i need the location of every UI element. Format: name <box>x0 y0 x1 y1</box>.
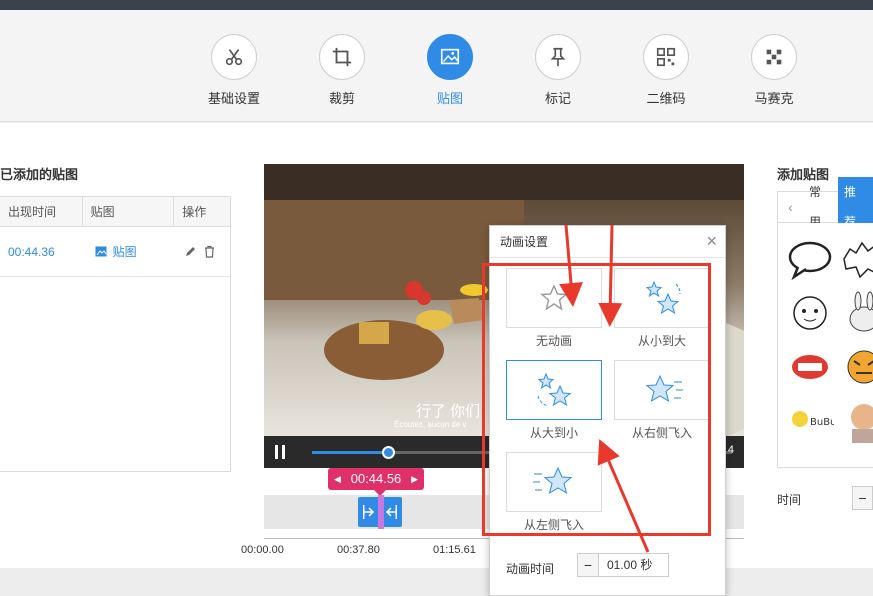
anim-option-shrink[interactable]: 从大到小 <box>506 360 602 441</box>
minus-button[interactable]: − <box>852 486 873 510</box>
star-fly-left-icon <box>533 466 573 495</box>
tiger-sticker[interactable] <box>840 343 873 391</box>
close-icon[interactable]: × <box>706 231 717 252</box>
anim-preview <box>506 360 602 420</box>
duration-stepper: − 01.00 秒 <box>577 553 669 577</box>
table-row[interactable]: 00:44.36 贴图 <box>0 227 230 277</box>
video-subtitle: 行了 你们 <box>416 403 481 420</box>
anim-preview <box>614 268 710 328</box>
anim-option-grow[interactable]: 从小到大 <box>614 268 710 349</box>
image-icon <box>427 34 473 80</box>
playhead-marker[interactable] <box>378 495 384 529</box>
anim-option-fly-left[interactable]: 从左侧飞入 <box>506 452 602 533</box>
sticker-grid: BuBu <box>777 223 873 468</box>
sticker-time-label: 时间 <box>777 493 802 507</box>
chevron-left-icon[interactable]: ‹ <box>778 199 803 215</box>
tool-toolbar: 基础设置 裁剪 贴图 标记 二维码 马赛克 <box>0 10 873 122</box>
tool-basic-settings[interactable]: 基础设置 <box>194 34 274 107</box>
sticker-link[interactable]: 贴图 <box>83 243 175 260</box>
anim-option-fly-right[interactable]: 从右侧飞入 <box>614 360 710 441</box>
tool-qrcode[interactable]: 二维码 <box>626 34 706 107</box>
pin-icon <box>535 34 581 80</box>
image-icon <box>95 246 107 257</box>
column-header-time: 出现时间 <box>0 197 83 226</box>
anim-preview <box>614 360 710 420</box>
current-time: 00:44.56 <box>350 471 402 486</box>
video-subtitle-translation: Écoutez, aucun de v <box>394 420 467 429</box>
editor-main: 已添加的贴图 出现时间 贴图 操作 00:44.36 贴图 行了 你们 Écou… <box>0 123 873 568</box>
mosaic-icon <box>751 34 797 80</box>
tick-label: 00:00.00 <box>241 544 284 556</box>
trash-icon[interactable] <box>203 245 216 258</box>
anim-preview <box>506 268 602 328</box>
tick-label: 00:37.80 <box>337 544 380 556</box>
column-header-sticker: 贴图 <box>83 197 175 226</box>
duration-label: 动画时间 <box>506 562 555 576</box>
row-actions <box>174 245 230 258</box>
sticker-name: 贴图 <box>112 245 137 259</box>
shout-bubble-sticker[interactable] <box>840 235 873 283</box>
speech-bubble-sticker[interactable] <box>786 235 834 283</box>
anim-option-label: 从左侧飞入 <box>523 518 584 532</box>
chevron-left-icon[interactable]: ◀ <box>334 468 341 490</box>
tool-label: 基础设置 <box>207 91 260 106</box>
bulb-sticker[interactable]: BuBu <box>786 397 834 445</box>
red-label-sticker[interactable] <box>786 343 834 391</box>
stars-shrink-icon <box>537 372 572 407</box>
current-time-flag[interactable]: ◀ 00:44.56 ▶ <box>328 468 424 490</box>
minus-button[interactable]: − <box>577 553 599 577</box>
cartoon-face-sticker[interactable] <box>786 289 834 337</box>
tool-crop[interactable]: 裁剪 <box>302 34 382 107</box>
crop-icon <box>319 34 365 80</box>
anim-option-none[interactable]: 无动画 <box>506 268 602 349</box>
anim-option-label: 从右侧飞入 <box>631 426 692 440</box>
animation-settings-dialog: 动画设置 × 无动画 从小到大 从大到小 从右侧飞入 从左侧飞入 动画时间 − … <box>489 225 726 596</box>
tool-label: 标记 <box>544 91 571 106</box>
anim-option-label: 从大到小 <box>529 426 578 440</box>
duration-text: 4 <box>727 444 734 456</box>
tool-label: 二维码 <box>646 91 686 106</box>
bottom-bar <box>0 568 873 596</box>
sticker-time[interactable]: 00:44.36 <box>0 245 83 259</box>
anim-option-label: 从小到大 <box>637 334 686 348</box>
stars-grow-icon <box>645 280 681 315</box>
seek-handle[interactable] <box>381 446 395 459</box>
duration-input[interactable]: 01.00 秒 <box>599 553 669 577</box>
dialog-title: 动画设置 <box>490 226 725 258</box>
edit-icon[interactable] <box>184 245 197 258</box>
tool-label: 贴图 <box>436 91 463 106</box>
sticker-tabs: ‹ 常用 推荐 <box>777 177 873 237</box>
anim-option-label: 无动画 <box>535 334 572 348</box>
tool-label: 马赛克 <box>754 91 794 106</box>
added-stickers-table: 出现时间 贴图 操作 00:44.36 贴图 <box>0 196 231 472</box>
tool-sticker[interactable]: 贴图 <box>410 34 490 107</box>
anim-preview <box>506 452 602 512</box>
star-fly-right-icon <box>645 374 683 403</box>
tool-label: 裁剪 <box>328 91 355 106</box>
chevron-right-icon[interactable]: ▶ <box>411 468 418 490</box>
added-stickers-title: 已添加的贴图 <box>0 167 79 182</box>
seek-progress <box>312 451 388 454</box>
table-header: 出现时间 贴图 操作 <box>0 197 230 227</box>
window-top-bar <box>0 0 873 10</box>
star-outline-icon <box>540 284 568 311</box>
bald-man-sticker[interactable] <box>840 397 873 445</box>
tool-mosaic[interactable]: 马赛克 <box>734 34 814 107</box>
rabbit-sticker[interactable] <box>840 289 873 337</box>
tool-mark[interactable]: 标记 <box>518 34 598 107</box>
qrcode-icon <box>643 34 689 80</box>
tick-label: 01:15.61 <box>433 544 476 556</box>
column-header-actions: 操作 <box>182 205 207 219</box>
scissors-icon <box>211 34 257 80</box>
svg-text:BuBu: BuBu <box>810 417 834 428</box>
pause-icon[interactable] <box>274 445 286 459</box>
